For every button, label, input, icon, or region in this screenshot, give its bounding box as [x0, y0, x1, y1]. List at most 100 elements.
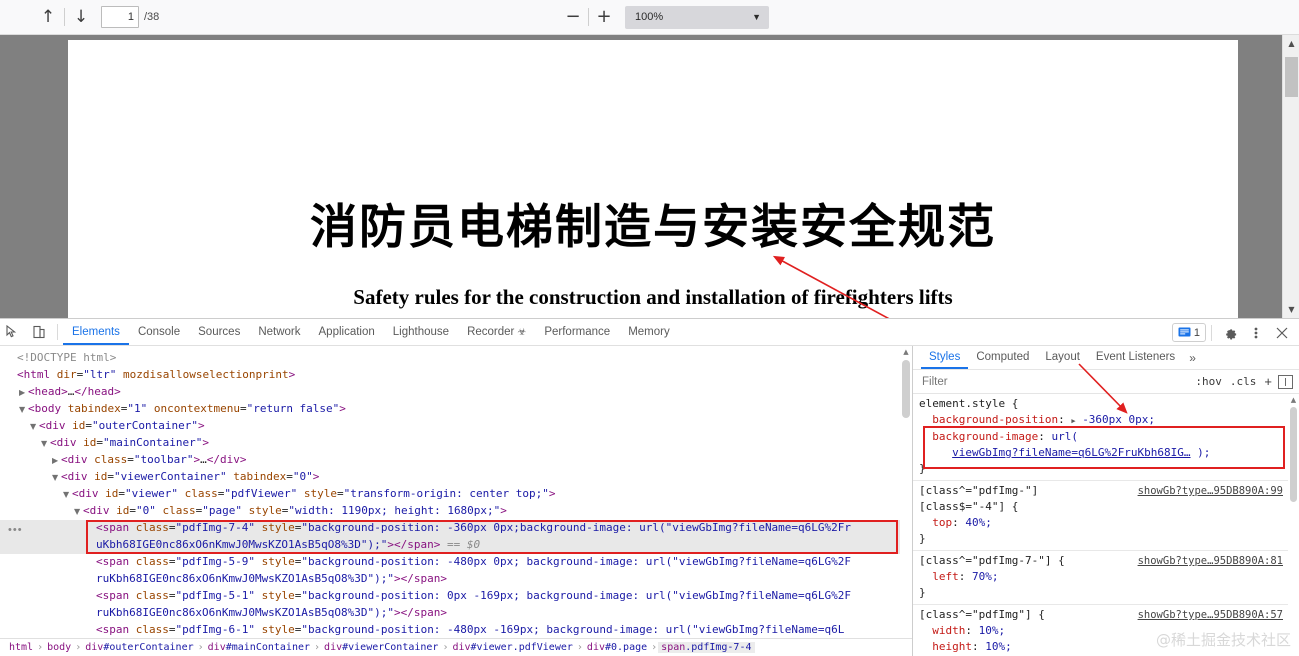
tab-styles[interactable]: Styles	[921, 346, 969, 369]
dom-scrollbar-thumb[interactable]	[902, 360, 910, 418]
tab-network[interactable]: Network	[249, 319, 309, 345]
css-rule-block[interactable]: showGb?type…95DB890A:81 [class^="pdfImg-7…	[913, 551, 1299, 605]
dom-node-line[interactable]: <div id="outerContainer">	[0, 417, 912, 434]
dom-node-line[interactable]: <div id="0" class="page" style="width: 1…	[0, 502, 912, 519]
tab-memory[interactable]: Memory	[619, 319, 679, 345]
dom-tree[interactable]: <!DOCTYPE html> <html dir="ltr" mozdisall…	[0, 349, 912, 638]
element-classes-button[interactable]: .cls	[1228, 375, 1259, 388]
css-rule-selector[interactable]: [class^="pdfImg-"] [class$="-4"] {	[919, 484, 1038, 513]
pdf-scrollbar-thumb[interactable]	[1285, 57, 1298, 97]
css-property-value[interactable]: url(	[1051, 430, 1078, 443]
css-property-value[interactable]: -360px 0px;	[1082, 413, 1155, 426]
more-tabs-icon[interactable]: »	[1183, 351, 1202, 365]
css-property-name[interactable]: left	[932, 570, 959, 583]
close-icon[interactable]	[1269, 320, 1295, 346]
new-style-rule-button[interactable]: +	[1262, 374, 1274, 389]
page-number-input[interactable]	[101, 6, 139, 28]
kebab-menu-icon[interactable]	[1243, 320, 1269, 346]
force-hover-state-button[interactable]: :hov	[1193, 375, 1224, 388]
dom-node-line[interactable]: <head>…</head>	[0, 383, 912, 400]
zoom-level-select[interactable]: 100% ▼	[625, 5, 769, 29]
disclosure-triangle-icon[interactable]	[41, 435, 50, 452]
styles-filter-input[interactable]	[917, 372, 1190, 391]
styles-scroll-up-icon[interactable]: ▲	[1288, 394, 1299, 405]
disclosure-triangle-icon[interactable]	[19, 401, 28, 418]
disclosure-triangle-icon[interactable]	[8, 367, 17, 384]
css-rule-selector[interactable]: element.style {	[919, 397, 1018, 410]
disclosure-triangle-icon[interactable]	[30, 418, 39, 435]
disclosure-triangle-icon[interactable]	[63, 486, 72, 503]
zoom-out-button[interactable]: −	[560, 5, 586, 29]
dom-node-line[interactable]: <span class="pdfImg-6-1" style="backgrou…	[0, 621, 912, 638]
dom-node-line[interactable]: <div class="toolbar">…</div>	[0, 451, 912, 468]
css-property-value[interactable]: 10%;	[979, 624, 1006, 637]
css-property-value[interactable]: 40%;	[965, 516, 992, 529]
dom-node-line[interactable]: <!DOCTYPE html>	[0, 349, 912, 366]
dom-node-line[interactable]: <div id="mainContainer">	[0, 434, 912, 451]
tab-console[interactable]: Console	[129, 319, 189, 345]
css-rule-block[interactable]: showGb?type…95DB890A:57 [class^="pdfImg"]…	[913, 605, 1299, 656]
dom-node-line[interactable]: <div id="viewer" class="pdfViewer" style…	[0, 485, 912, 502]
toggle-computed-sidebar-icon[interactable]	[1278, 374, 1293, 389]
breadcrumb-item[interactable]: body	[44, 642, 74, 653]
css-property-name[interactable]: height	[932, 640, 972, 653]
inspect-cursor-icon[interactable]	[0, 319, 26, 345]
css-property-value[interactable]: 10%;	[985, 640, 1012, 653]
breadcrumb-item[interactable]: html	[6, 642, 36, 653]
dom-node-line[interactable]: <span class="pdfImg-5-9" style="backgrou…	[0, 553, 912, 587]
breadcrumb-item[interactable]: div#viewerContainer	[321, 642, 441, 653]
tab-application[interactable]: Application	[310, 319, 384, 345]
css-rule-block[interactable]: element.style { background-position: ▶ -…	[913, 394, 1299, 481]
device-toolbar-icon[interactable]	[26, 319, 52, 345]
disclosure-triangle-icon[interactable]	[52, 452, 61, 469]
styles-scrollbar-thumb[interactable]	[1290, 407, 1297, 502]
dom-node-line[interactable]: <span class="pdfImg-5-1" style="backgrou…	[0, 587, 912, 621]
styles-vertical-scrollbar[interactable]: ▲	[1288, 394, 1299, 656]
disclosure-triangle-icon[interactable]	[8, 350, 17, 367]
css-rule-block[interactable]: showGb?type…95DB890A:99 [class^="pdfImg-"…	[913, 481, 1299, 551]
console-message-badge[interactable]: 1	[1171, 323, 1206, 342]
scroll-down-icon[interactable]: ▼	[1283, 301, 1299, 318]
css-rule-selector[interactable]: [class^="pdfImg-7-"] {	[919, 554, 1065, 567]
dom-scroll-up-icon[interactable]: ▲	[900, 346, 912, 358]
breadcrumb-item[interactable]: div#mainContainer	[205, 642, 313, 653]
expand-property-icon[interactable]: ▶	[1071, 417, 1075, 425]
css-rule-source-link[interactable]: showGb?type…95DB890A:81	[1138, 553, 1283, 569]
breadcrumb-item[interactable]: span.pdfImg-7-4	[658, 642, 755, 653]
tab-event-listeners[interactable]: Event Listeners	[1088, 346, 1183, 369]
tab-recorder[interactable]: Recorder ☣	[458, 319, 535, 345]
tab-lighthouse[interactable]: Lighthouse	[384, 319, 458, 345]
scroll-up-icon[interactable]: ▲	[1283, 35, 1299, 52]
css-rule-selector[interactable]: [class^="pdfImg"] {	[919, 608, 1045, 621]
tab-performance[interactable]: Performance	[535, 319, 619, 345]
css-property-name[interactable]: background-position	[932, 413, 1058, 426]
dom-tree-vertical-scrollbar[interactable]: ▲ ▼	[900, 346, 912, 656]
disclosure-triangle-icon[interactable]	[19, 384, 28, 401]
disclosure-triangle-icon[interactable]	[52, 469, 61, 486]
next-page-icon[interactable]: ↓	[67, 4, 95, 30]
pdf-vertical-scrollbar[interactable]: ▲ ▼	[1282, 35, 1299, 318]
css-property-name[interactable]: top	[932, 516, 952, 529]
css-property-value[interactable]: 70%;	[972, 570, 999, 583]
css-rule-source-link[interactable]: showGb?type…95DB890A:99	[1138, 483, 1283, 499]
pdf-viewer-container[interactable]: 消防员电梯制造与安装安全规范 Safety rules for the cons…	[0, 35, 1299, 318]
previous-page-icon[interactable]: ↑	[34, 4, 62, 30]
disclosure-triangle-icon[interactable]	[74, 503, 83, 520]
dom-node-line[interactable]: <div id="viewerContainer" tabindex="0">	[0, 468, 912, 485]
css-url-link[interactable]: viewGbImg?fileName=q6LG%2FruKbh68IG…	[952, 446, 1190, 459]
css-property-name[interactable]: width	[932, 624, 965, 637]
tab-sources[interactable]: Sources	[189, 319, 249, 345]
dom-tree-pane[interactable]: <!DOCTYPE html> <html dir="ltr" mozdisall…	[0, 346, 913, 656]
breadcrumb-item[interactable]: div#viewer.pdfViewer	[449, 642, 575, 653]
node-overflow-dots[interactable]: •••	[8, 524, 23, 536]
css-property-name[interactable]: background-image	[932, 430, 1038, 443]
zoom-in-button[interactable]: +	[591, 5, 617, 29]
tab-computed[interactable]: Computed	[968, 346, 1037, 369]
dom-node-line[interactable]: <html dir="ltr" mozdisallowselectionprin…	[0, 366, 912, 383]
css-rule-source-link[interactable]: showGb?type…95DB890A:57	[1138, 607, 1283, 623]
tab-layout[interactable]: Layout	[1037, 346, 1088, 369]
breadcrumb[interactable]: html › body › div#outerContainer › div#mainCon…	[0, 638, 912, 656]
breadcrumb-item[interactable]: div#outerContainer	[82, 642, 196, 653]
tab-elements[interactable]: Elements	[63, 319, 129, 345]
breadcrumb-item[interactable]: div#0.page	[584, 642, 650, 653]
